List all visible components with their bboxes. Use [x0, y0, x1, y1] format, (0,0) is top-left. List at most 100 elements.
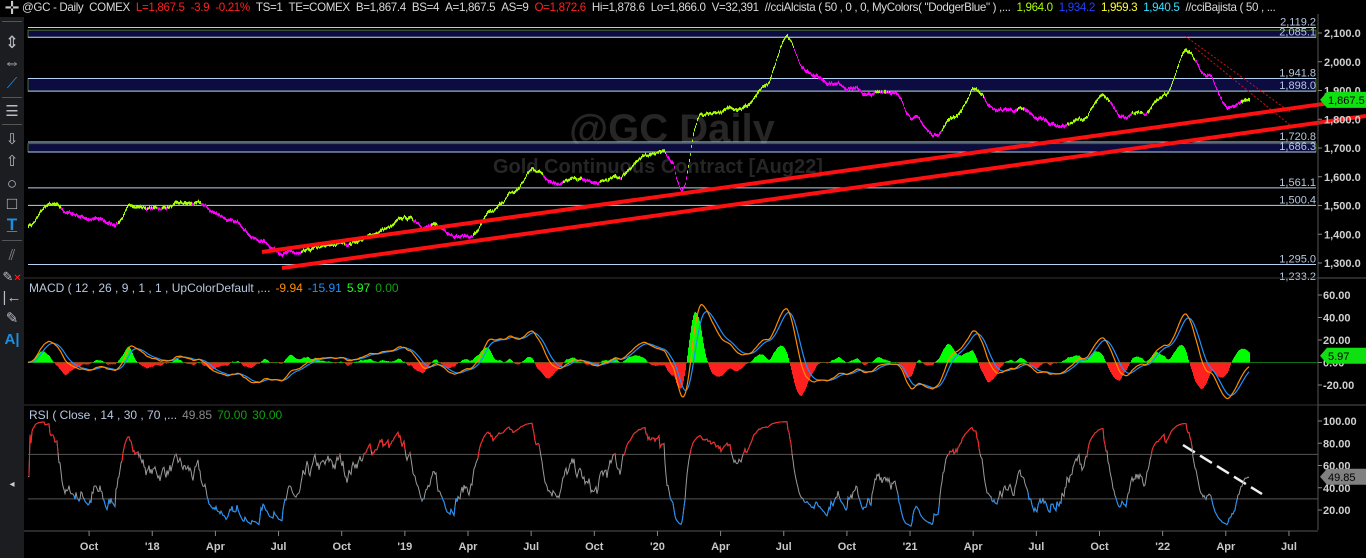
horizontal-lines-icon[interactable]: ☰ [0, 103, 24, 121]
time-tick-label: '21 [903, 541, 918, 553]
rsi-overbought-segments [28, 421, 1193, 477]
te-label: TE=COMEX [288, 1, 351, 14]
rsi-tick-label: 20.00 [1323, 505, 1351, 517]
rsi-overbought-value: 70.00 [217, 408, 248, 422]
time-tick-label: Apr [1216, 541, 1236, 553]
study-value-3: 1,959.3 [1100, 1, 1138, 14]
ask-size: AS=9 [501, 1, 529, 14]
time-tick-label: Apr [459, 541, 479, 553]
price-tick-label: 1,700.0 [1324, 143, 1361, 155]
macd-histogram-negative [54, 362, 1232, 396]
study-cci-alcista[interactable]: //cciAlcista ( 50 , 0 , 0, MyColors( "Do… [765, 1, 1011, 14]
move-vertical-icon[interactable]: ⇕ [0, 34, 24, 52]
parallel-lines-icon[interactable]: ⫽ [0, 247, 24, 265]
price-tick-label: 1,300.0 [1324, 258, 1361, 270]
trendline-icon[interactable]: ⟋ [0, 75, 24, 93]
time-tick-label: Oct [838, 541, 857, 553]
rsi-legend[interactable]: RSI ( Close , 14 , 30 , 70 ,... 49.85 70.0… [29, 408, 287, 422]
low: Lo=1,866.0 [650, 1, 706, 14]
price-tick-label: 1,800.0 [1324, 114, 1361, 126]
pct-change: -0.21% [215, 1, 250, 14]
price-tick-label: 1,500.0 [1324, 201, 1361, 213]
price-tick-label: 1,400.0 [1324, 229, 1361, 241]
text-icon[interactable]: T [0, 216, 24, 234]
study-value-2: 1,934.2 [1058, 1, 1096, 14]
rsi-value: 49.85 [182, 408, 213, 422]
net-change: -3.9 [190, 1, 210, 14]
macd-tick-label: 60.00 [1323, 290, 1351, 302]
study-cci-bajista[interactable]: //cciBajista ( 50 , ... [1185, 1, 1275, 14]
time-tick-label: Oct [585, 541, 604, 553]
price-tick-label: 1,600.0 [1324, 172, 1361, 184]
macd-value: -9.94 [275, 281, 303, 295]
level-label: 1,941.8 [1279, 67, 1316, 79]
level-label: 1,500.4 [1279, 194, 1316, 206]
rsi-tick-label: 100.00 [1323, 416, 1357, 428]
last-price: L=1,867.5 [135, 1, 185, 14]
study-value-1: 1,964.0 [1016, 1, 1054, 14]
bid: B=1,867.4 [355, 1, 406, 14]
time-tick-label: '20 [650, 541, 665, 553]
macd-tick-label: 20.00 [1323, 335, 1351, 347]
chart-area[interactable]: @GC Daily Gold Continuous Contract [Aug2… [0, 0, 1366, 558]
rsi-title: RSI ( Close , 14 , 30 , 70 ,... [29, 408, 178, 422]
price-zone [27, 29, 1317, 38]
macd-avg-value: -15.91 [307, 281, 342, 295]
macd-signal-line [27, 310, 1250, 397]
toolbar-divider [2, 240, 22, 241]
trendline-upper [261, 96, 1366, 254]
rsi-tick-label: 80.00 [1323, 438, 1351, 450]
level-label: 1,233.2 [1279, 271, 1316, 283]
high: Hi=1,878.6 [591, 1, 645, 14]
time-tick-label: Oct [80, 541, 99, 553]
text-label-icon[interactable]: A| [0, 331, 24, 349]
toolbar-divider [2, 97, 22, 98]
macd-value-tag-label: 5.97 [1328, 351, 1349, 363]
level-label: 1,898.0 [1279, 80, 1316, 92]
time-tick-label: '18 [145, 541, 160, 553]
macd-zero-value: 0.00 [375, 281, 399, 295]
ts-label: TS=1 [255, 1, 283, 14]
macd-diff-value: 5.97 [346, 281, 371, 295]
time-tick-label: Jul [776, 541, 792, 553]
time-tick-label: '19 [397, 541, 412, 553]
bid-size: BS=4 [411, 1, 440, 14]
macd-tick-label: -20.00 [1323, 380, 1354, 392]
crosshair-icon[interactable]: ✛ [2, 0, 22, 17]
rsi-value-tag-label: 49.85 [1328, 472, 1356, 484]
arrow-down-icon[interactable]: ⇩ [0, 131, 24, 149]
remove-drawings-icon[interactable]: ✎✕ [0, 268, 24, 288]
time-tick-label: Apr [964, 541, 984, 553]
symbol-header: @GC - Daily COMEX L=1,867.5 -3.9 -0.21% TS=1… [22, 1, 1281, 15]
ellipse-icon[interactable]: ○ [0, 175, 24, 193]
open: O=1,872.6 [534, 1, 587, 14]
macd-line [27, 304, 1250, 400]
move-horizontal-icon[interactable]: ⇔ [0, 54, 24, 72]
time-tick-label: Jul [271, 541, 287, 553]
arrow-up-icon[interactable]: ⇧ [0, 153, 24, 171]
macd-histogram-positive [29, 311, 1250, 363]
drawing-toolbar: ⇕ ⇔ ⟋ ☰ ⇩ ⇧ ○ □ T ⫽ ✎✕ |← ✎ A| ◂ [0, 17, 24, 558]
macd-tick-label: 40.00 [1323, 313, 1351, 325]
level-label: 1,561.1 [1279, 177, 1316, 189]
price-tick-label: 2,100.0 [1324, 28, 1361, 40]
last-price-tag-label: 1,867.5 [1328, 95, 1365, 107]
rectangle-icon[interactable]: □ [0, 195, 24, 213]
volume: V=32,391 [711, 1, 760, 14]
toolbar-divider [2, 21, 22, 22]
level-label: 1,686.3 [1279, 141, 1316, 153]
level-label: 2,085.1 [1279, 26, 1316, 38]
time-tick-label: Apr [711, 541, 731, 553]
toolbar-divider [2, 124, 22, 125]
time-tick-label: Jul [523, 541, 539, 553]
study-value-4: 1,940.5 [1143, 1, 1180, 14]
rsi-oversold-segments [73, 492, 1238, 527]
rsi-oversold-value: 30.00 [252, 408, 283, 422]
symbol-label: @GC - Daily COMEX [22, 1, 130, 14]
drawing-pen-icon[interactable]: ✎ [0, 310, 24, 328]
collapse-arrow-icon[interactable]: ◂ [0, 476, 24, 494]
snap-left-icon[interactable]: |← [0, 289, 24, 307]
macd-legend[interactable]: MACD ( 12 , 26 , 9 , 1 , 1 , UpColorDefa… [29, 281, 404, 295]
macd-title: MACD ( 12 , 26 , 9 , 1 , 1 , UpColorDefa… [29, 281, 271, 295]
level-label: 1,295.0 [1279, 253, 1316, 265]
